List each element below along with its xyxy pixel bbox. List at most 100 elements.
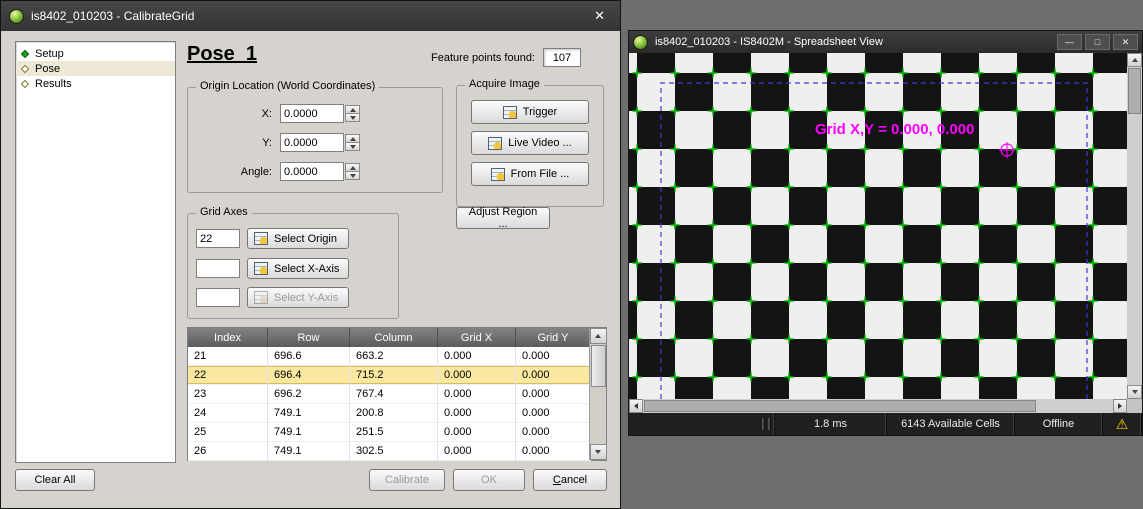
table-scroll-down-icon[interactable] (590, 444, 607, 460)
table-row[interactable]: 26 749.1 302.5 0.000 0.000 (188, 442, 606, 461)
cell: 0.000 (516, 404, 591, 423)
checkerboard-image[interactable]: Grid X,Y = 0.000, 0.000 (629, 53, 1127, 399)
minimize-icon[interactable]: — (1057, 34, 1082, 50)
close-icon[interactable]: ✕ (1113, 34, 1138, 50)
cell: 663.2 (350, 347, 438, 366)
horizontal-scroll-thumb[interactable] (644, 400, 1036, 412)
cell: 0.000 (438, 442, 516, 461)
cell: 0.000 (516, 366, 591, 385)
origin-location-group: Origin Location (World Coordinates) X: Y… (187, 87, 443, 193)
feature-point-crosses (629, 53, 1127, 399)
select-y-axis-icon (254, 291, 268, 304)
warning-icon[interactable]: ⚠ (1116, 417, 1129, 431)
select-origin-icon (254, 232, 268, 245)
calibrate-grid-window: is8402_010203 - CalibrateGrid ✕ Setup Po… (0, 0, 621, 509)
from-file-icon (491, 168, 505, 181)
cell: 0.000 (516, 385, 591, 404)
angle-spinner (280, 162, 360, 181)
table-row[interactable]: 23 696.2 767.4 0.000 0.000 (188, 385, 606, 404)
tree-item-results[interactable]: Results (16, 76, 175, 91)
view-window-title: is8402_010203 - IS8402M - Spreadsheet Vi… (655, 36, 883, 48)
cell: 0.000 (516, 423, 591, 442)
cell: 749.1 (268, 423, 350, 442)
scroll-right-icon[interactable] (1113, 399, 1127, 413)
ok-button: OK (453, 469, 525, 491)
cell: 251.5 (350, 423, 438, 442)
live-video-label: Live Video ... (508, 137, 571, 149)
calibrate-titlebar[interactable]: is8402_010203 - CalibrateGrid ✕ (1, 1, 620, 31)
cell: 0.000 (438, 385, 516, 404)
origin-index-input[interactable] (196, 229, 240, 248)
scroll-down-icon[interactable] (1127, 385, 1142, 399)
online-status: Offline (1015, 413, 1103, 435)
trigger-button[interactable]: Trigger (471, 100, 589, 124)
tree-item-pose[interactable]: Pose (16, 61, 175, 76)
setup-bullet-icon (21, 49, 29, 57)
trigger-label: Trigger (523, 106, 557, 118)
table-row[interactable]: 21 696.6 663.2 0.000 0.000 (188, 347, 606, 366)
acquire-image-group: Acquire Image Trigger Live Video ... Fro… (456, 85, 604, 207)
table-row[interactable]: 24 749.1 200.8 0.000 0.000 (188, 404, 606, 423)
select-origin-button[interactable]: Select Origin (247, 228, 349, 249)
select-x-axis-label: Select X-Axis (274, 263, 339, 275)
select-y-axis-button: Select Y-Axis (247, 287, 349, 308)
app-icon (9, 9, 24, 24)
cell: 0.000 (438, 404, 516, 423)
select-x-axis-icon (254, 262, 268, 275)
pose-heading: Pose 1 (187, 43, 257, 65)
y-label: Y: (188, 137, 272, 149)
status-empty-segment (629, 413, 775, 435)
cell: 696.4 (268, 366, 350, 385)
col-index: Index (188, 328, 268, 347)
x-axis-index-input[interactable] (196, 259, 240, 278)
table-row[interactable]: 25 749.1 251.5 0.000 0.000 (188, 423, 606, 442)
cell: 0.000 (438, 423, 516, 442)
spreadsheet-view-window: is8402_010203 - IS8402M - Spreadsheet Vi… (628, 30, 1143, 436)
desktop: is8402_010203 - CalibrateGrid ✕ Setup Po… (0, 0, 1143, 509)
cell: 23 (188, 385, 268, 404)
y-input[interactable] (280, 133, 344, 152)
scroll-left-icon[interactable] (629, 399, 643, 413)
calibration-image[interactable]: Grid X,Y = 0.000, 0.000 (629, 53, 1127, 399)
vertical-scroll-thumb[interactable] (1128, 68, 1141, 114)
ok-label: OK (481, 474, 497, 486)
y-spin-down[interactable] (345, 142, 360, 151)
angle-spin-down[interactable] (345, 171, 360, 180)
tree-item-setup[interactable]: Setup (16, 46, 175, 61)
cancel-button[interactable]: Cancel (533, 469, 607, 491)
y-axis-index-input[interactable] (196, 288, 240, 307)
clear-all-label: Clear All (35, 474, 76, 486)
available-cells: 6143 Available Cells (887, 413, 1015, 435)
live-video-button[interactable]: Live Video ... (471, 131, 589, 155)
view-titlebar[interactable]: is8402_010203 - IS8402M - Spreadsheet Vi… (629, 31, 1142, 53)
x-spin-down[interactable] (345, 113, 360, 122)
feature-points: Feature points found: 107 (431, 48, 581, 67)
select-x-axis-button[interactable]: Select X-Axis (247, 258, 349, 279)
cell: 749.1 (268, 404, 350, 423)
close-icon[interactable]: ✕ (587, 6, 612, 26)
status-grip[interactable] (762, 418, 771, 430)
adjust-region-label: Adjust Region ... (463, 206, 543, 230)
clear-all-button[interactable]: Clear All (15, 469, 95, 491)
calibrate-label: Calibrate (385, 474, 429, 486)
trigger-icon (503, 106, 517, 119)
tree-item-results-label: Results (35, 78, 72, 90)
from-file-button[interactable]: From File ... (471, 162, 589, 186)
table-row-selected[interactable]: 22 696.4 715.2 0.000 0.000 (188, 366, 606, 385)
scroll-up-icon[interactable] (1127, 53, 1142, 67)
table-scroll-up-icon[interactable] (590, 328, 607, 344)
col-row: Row (268, 328, 350, 347)
cell: 21 (188, 347, 268, 366)
maximize-icon[interactable]: □ (1085, 34, 1110, 50)
adjust-region-button[interactable]: Adjust Region ... (456, 207, 550, 229)
x-input[interactable] (280, 104, 344, 123)
table-scrollbar (589, 328, 606, 460)
table-header: Index Row Column Grid X Grid Y (188, 328, 606, 347)
col-grid-y: Grid Y (516, 328, 591, 347)
table-scroll-thumb[interactable] (591, 345, 606, 387)
cell: 696.6 (268, 347, 350, 366)
feature-points-label: Feature points found: (431, 52, 535, 64)
angle-input[interactable] (280, 162, 344, 181)
cell: 26 (188, 442, 268, 461)
cell: 0.000 (516, 347, 591, 366)
